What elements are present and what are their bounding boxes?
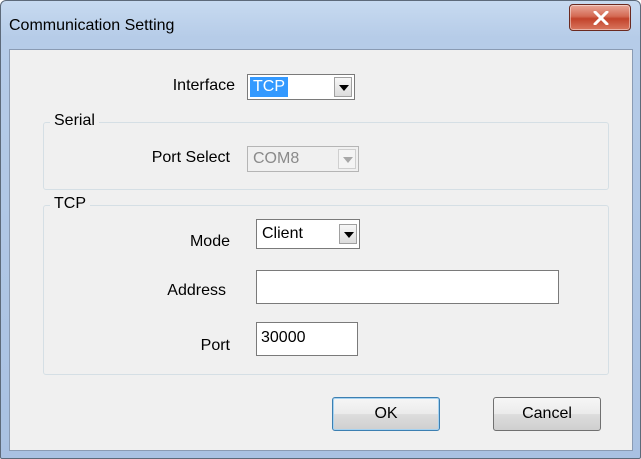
chevron-down-icon[interactable] (339, 224, 357, 244)
port-select-dropdown[interactable]: COM8 (247, 146, 359, 172)
mode-value: Client (262, 225, 303, 242)
cancel-button[interactable]: Cancel (493, 397, 601, 431)
window-title: Communication Setting (9, 17, 175, 34)
interface-value: TCP (250, 77, 288, 97)
address-input[interactable] (256, 270, 559, 304)
chevron-down-icon[interactable] (338, 149, 356, 169)
port-input[interactable]: 30000 (256, 322, 358, 356)
title-bar[interactable]: Communication Setting (1, 1, 640, 49)
mode-select[interactable]: Client (256, 219, 360, 249)
mode-label: Mode (189, 233, 230, 250)
close-button[interactable] (569, 4, 631, 31)
port-select-label: Port Select (151, 149, 230, 166)
interface-select[interactable]: TCP (247, 74, 355, 100)
port-label: Port (200, 337, 230, 354)
close-icon (593, 11, 609, 25)
address-label: Address (167, 282, 226, 299)
port-select-value: COM8 (253, 150, 300, 167)
serial-group-title: Serial (50, 112, 99, 130)
dialog-window: Communication Setting Interface TCP Seri… (0, 0, 641, 459)
ok-button[interactable]: OK (332, 397, 440, 431)
chevron-down-icon[interactable] (334, 77, 352, 97)
interface-label: Interface (172, 77, 235, 94)
tcp-group-title: TCP (50, 195, 90, 213)
dialog-client-area: Interface TCP Serial Port Select COM8 TC… (9, 49, 633, 451)
